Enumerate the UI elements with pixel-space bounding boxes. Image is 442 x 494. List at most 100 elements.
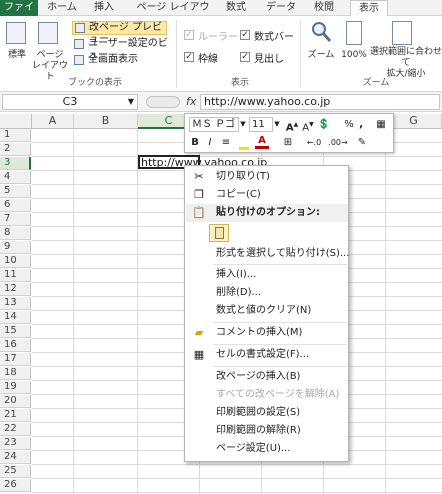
row-header[interactable]: 9 xyxy=(0,241,31,254)
row-header[interactable]: 7 xyxy=(0,213,31,226)
fill-color-icon[interactable] xyxy=(237,135,251,150)
formula-bar-splitter[interactable] xyxy=(146,96,180,108)
ruler-checkbox[interactable]: ✓ xyxy=(184,30,194,40)
row-header[interactable]: 8 xyxy=(0,227,31,240)
align-center-icon[interactable]: ≡ xyxy=(219,135,233,150)
formula-bar-checkbox[interactable]: ✓ xyxy=(240,30,250,40)
comma-style-button[interactable]: , xyxy=(357,117,365,132)
row-header[interactable]: 3 xyxy=(0,157,31,170)
tab-review[interactable]: 校閲 xyxy=(310,0,338,16)
headings-checkbox[interactable]: ✓ xyxy=(240,52,250,62)
zoom-group-label: ズーム xyxy=(362,78,390,88)
row-header[interactable]: 4 xyxy=(0,171,31,184)
row-header[interactable]: 13 xyxy=(0,297,31,310)
row-header[interactable]: 23 xyxy=(0,437,31,450)
menu-item-clear-print-area[interactable]: 印刷範囲の解除(R) xyxy=(186,422,348,440)
tab-page-layout[interactable]: ページ レイアウト xyxy=(136,0,210,29)
menu-item-paste-special[interactable]: 形式を選択して貼り付け(S)... xyxy=(186,245,349,263)
menu-item-cut[interactable]: ✂ 切り取り(T) xyxy=(186,168,348,186)
normal-view-button[interactable]: 標準 xyxy=(2,50,32,61)
font-size-field[interactable]: 11 xyxy=(249,117,273,132)
menu-item-delete[interactable]: 削除(D)... xyxy=(186,284,348,302)
accounting-format-icon[interactable]: 💲 xyxy=(317,117,331,132)
zoom-button[interactable]: ズーム xyxy=(304,50,338,61)
menu-item-insert[interactable]: 挿入(I)... xyxy=(186,266,348,284)
borders-icon[interactable]: ⊞ xyxy=(281,135,295,150)
menu-item-insert-page-break[interactable]: 改ページの挿入(B) xyxy=(186,368,348,386)
menu-item-set-print-area[interactable]: 印刷範囲の設定(S) xyxy=(186,404,348,422)
zoom-magnifier-icon xyxy=(312,22,332,42)
row-header[interactable]: 11 xyxy=(0,269,31,282)
insert-function-icon[interactable]: fx xyxy=(186,95,196,108)
font-name-dropdown-icon[interactable]: ▼ xyxy=(239,117,247,132)
row-header[interactable]: 22 xyxy=(0,423,31,436)
page-break-preview-button[interactable]: 改ページ プレビュー xyxy=(72,21,167,45)
full-screen-button[interactable]: 全画面表示 xyxy=(72,54,162,68)
row-header[interactable]: 19 xyxy=(0,381,31,394)
page-break-preview-icon xyxy=(75,23,85,33)
row-header[interactable]: 2 xyxy=(0,143,31,156)
decrease-decimal-icon[interactable]: .00→ xyxy=(327,135,349,150)
row-header[interactable]: 14 xyxy=(0,311,31,324)
row-header[interactable]: 6 xyxy=(0,199,31,212)
row-header[interactable]: 26 xyxy=(0,479,31,492)
menu-item-page-setup[interactable]: ページ設定(U)... xyxy=(186,440,348,458)
row-header[interactable]: 25 xyxy=(0,465,31,478)
tab-formulas[interactable]: 数式 xyxy=(222,0,250,16)
menu-item-format-cells[interactable]: ▦ セルの書式設定(F)... xyxy=(186,346,348,364)
menu-separator xyxy=(213,264,347,265)
row-header[interactable]: 10 xyxy=(0,255,31,268)
zoom-100-button[interactable]: 100% xyxy=(338,50,370,61)
tab-view[interactable]: 表示 xyxy=(350,0,388,17)
paste-option-button[interactable] xyxy=(209,224,229,242)
gridlines-checkbox[interactable]: ✓ xyxy=(184,52,194,62)
menu-item-clear-contents[interactable]: 数式と値のクリア(N) xyxy=(186,302,348,320)
tab-insert[interactable]: 挿入 xyxy=(90,0,118,16)
column-header-b[interactable]: B xyxy=(74,114,138,129)
clipboard-icon: 📋 xyxy=(192,206,206,219)
row-header[interactable]: 21 xyxy=(0,409,31,422)
menu-separator xyxy=(213,366,347,367)
font-name-field[interactable]: ＭＳ Ｐゴ xyxy=(189,117,239,132)
eraser-icon[interactable]: ✎ xyxy=(355,135,369,150)
menu-item-insert-comment[interactable]: ▰ コメントの挿入(M) xyxy=(186,324,348,342)
full-screen-label: 全画面表示 xyxy=(88,54,138,65)
menu-item-reset-page-breaks[interactable]: すべての改ページを解除(A) xyxy=(186,386,348,404)
tab-file[interactable]: ファイル xyxy=(0,0,38,29)
row-header[interactable]: 17 xyxy=(0,353,31,366)
select-all-button[interactable] xyxy=(0,114,32,129)
italic-button[interactable]: I xyxy=(205,135,215,150)
increase-font-icon[interactable]: A▲ xyxy=(285,117,299,133)
menu-item-delete-label: 削除(D)... xyxy=(216,287,262,298)
row-header[interactable]: 16 xyxy=(0,339,31,352)
increase-decimal-icon[interactable]: ←.0 xyxy=(303,135,325,150)
row-header[interactable]: 15 xyxy=(0,325,31,338)
row-header[interactable]: 1 xyxy=(0,129,31,142)
tab-home[interactable]: ホーム xyxy=(44,0,80,16)
column-header-a[interactable]: A xyxy=(32,114,74,129)
show-group-label: 表示 xyxy=(230,78,249,88)
menu-item-insert-page-break-label: 改ページの挿入(B) xyxy=(216,371,301,382)
tab-data[interactable]: データ xyxy=(264,0,298,16)
percent-style-button[interactable]: % xyxy=(343,117,355,132)
row-header[interactable]: 5 xyxy=(0,185,31,198)
custom-views-button[interactable]: ユーザー設定のビュー xyxy=(72,38,172,61)
row-header[interactable]: 18 xyxy=(0,367,31,380)
full-screen-icon xyxy=(74,55,84,65)
column-header-g[interactable]: G xyxy=(386,114,442,129)
row-header[interactable]: 20 xyxy=(0,395,31,408)
bold-button[interactable]: B xyxy=(189,135,201,150)
decrease-font-icon[interactable]: A▼ xyxy=(301,117,315,133)
zoom-100-icon xyxy=(346,21,362,45)
formula-bar: C3 ▼ fx http://www.yahoo.co.jp xyxy=(0,92,442,112)
zoom-to-selection-icon xyxy=(392,21,412,45)
name-box[interactable]: C3 ▼ xyxy=(2,94,138,110)
format-painter-icon[interactable]: ▦ xyxy=(373,117,389,132)
row-header[interactable]: 24 xyxy=(0,451,31,464)
formula-input[interactable]: http://www.yahoo.co.jp xyxy=(200,94,440,110)
menu-item-copy[interactable]: ❐ コピー(C) xyxy=(186,186,348,204)
font-color-icon[interactable]: A xyxy=(255,135,269,149)
row-header[interactable]: 12 xyxy=(0,283,31,296)
custom-views-icon xyxy=(74,39,84,49)
font-size-dropdown-icon[interactable]: ▼ xyxy=(273,117,281,132)
